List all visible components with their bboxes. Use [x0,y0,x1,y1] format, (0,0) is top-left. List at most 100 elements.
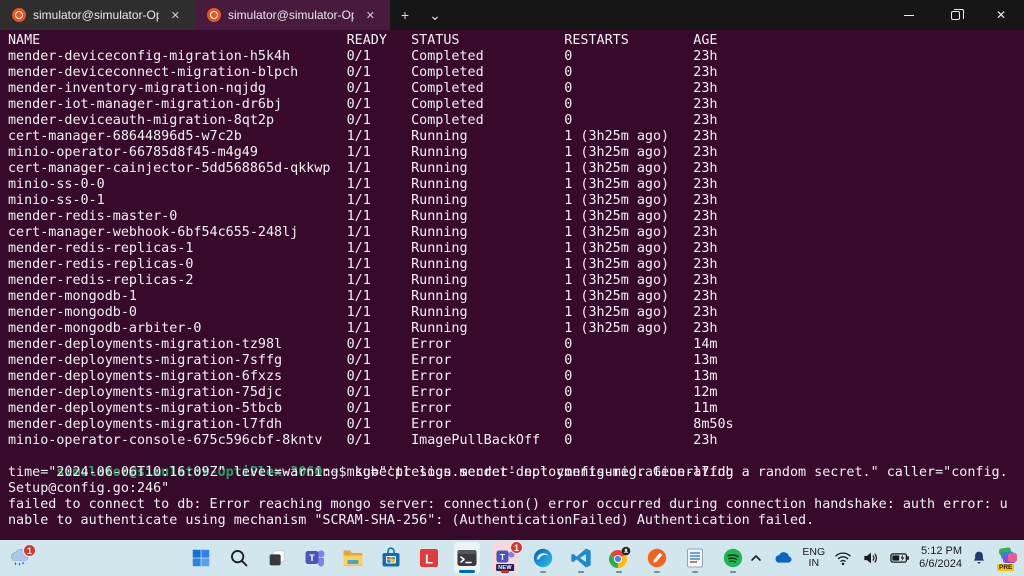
terminal-icon [457,550,477,566]
chrome-icon [608,546,631,568]
windows-terminal-button[interactable] [454,542,480,574]
terminal-tab-2[interactable]: simulator@simulator-OptiPle ✕ [195,0,390,30]
weather-notification-badge: 1 [23,544,36,557]
pod-row: mender-redis-replicas-2 1/1 Running 1 (3… [8,273,718,288]
pod-row: mender-deviceconnect-migration-blpch 0/1… [8,65,718,80]
terminal-output-area[interactable]: NAME READY STATUS RESTARTS AGE mender-dev… [0,30,1024,540]
wifi-tray-button[interactable] [833,542,853,574]
running-app-indicator [578,570,584,573]
pod-row: mender-mongodb-1 1/1 Running 1 (3h25m ag… [8,289,718,304]
pod-row: mender-deployments-migration-6fxzs 0/1 E… [8,369,718,384]
teams-notification-badge: 1 [510,541,523,554]
teams-new-button[interactable]: T 1 NEW [492,541,523,574]
chevron-up-icon [751,555,762,561]
microsoft-store-icon [382,547,400,567]
log-line: nable to authenticate using mechanism "S… [8,513,815,528]
vscode-button[interactable] [568,542,594,574]
pod-row: mender-deployments-migration-5tbcb 0/1 E… [8,401,718,416]
terminal-titlebar: simulator@simulator-OptiPlex ✕ simulator… [0,0,1024,30]
battery-tray-button[interactable] [889,542,911,574]
pod-row: cert-manager-webhook-6bf54c655-248lj 1/1… [8,225,718,240]
notification-center-button[interactable] [970,542,988,574]
teams-chat-button[interactable]: T [302,542,328,574]
language-indicator[interactable]: ENG IN [802,542,825,574]
volume-tray-button[interactable] [861,542,881,574]
weather-widget[interactable]: 1 [6,542,36,574]
close-tab-icon[interactable]: ✕ [166,7,185,24]
pod-row: mender-deployments-migration-7sffg 0/1 E… [8,353,718,368]
tab-title: simulator@simulator-OptiPlex [33,8,159,22]
edge-button[interactable] [530,542,556,574]
notepad-icon [687,548,703,568]
pod-row: mender-redis-replicas-1 1/1 Running 1 (3… [8,241,718,256]
l-app-button[interactable]: L [416,542,442,574]
pod-row: minio-operator-66785d8f45-m4g49 1/1 Runn… [8,145,718,160]
pod-row: mender-deviceconfig-migration-h5k4h 0/1 … [8,49,718,64]
restore-button[interactable] [932,0,978,30]
battery-charging-icon [890,553,910,563]
pod-row: mender-deployments-migration-75djc 0/1 E… [8,385,718,400]
svg-text:T: T [500,552,506,562]
ubuntu-icon [207,8,221,22]
clock-widget[interactable]: 5:12 PM 6/6/2024 [919,542,962,574]
pod-row: mender-deployments-migration-tz98l 0/1 E… [8,337,718,352]
shell-prompt-line: simulator@simulator-OptiPlex-3060:~$ kub… [8,449,1024,480]
pen-app-button[interactable] [644,542,670,574]
pod-row: cert-manager-68644896d5-w7c2b 1/1 Runnin… [8,129,718,144]
bell-icon [973,551,985,564]
running-app-indicator [730,570,736,573]
pod-row: mender-deployments-migration-l7fdh 0/1 E… [8,417,734,432]
tab-title: simulator@simulator-OptiPle [228,8,354,22]
running-app-indicator [654,570,660,573]
task-view-button[interactable] [264,542,290,574]
running-app-indicator [616,570,622,573]
tray-expand-button[interactable] [748,542,764,574]
notepad-button[interactable] [682,542,708,574]
search-icon [231,550,248,567]
pod-row: mender-redis-replicas-0 1/1 Running 1 (3… [8,257,718,272]
restore-icon [950,8,964,20]
file-explorer-button[interactable] [340,542,366,574]
attention-app-indicator [501,570,509,573]
command-log-output: time="2024-06-06T10:16:09Z" level=warnin… [8,465,1024,529]
edge-icon [533,548,553,568]
running-app-indicator [692,570,698,573]
pod-row: minio-operator-console-675c596cbf-8kntv … [8,433,718,448]
close-tab-icon[interactable]: ✕ [361,7,380,24]
pod-row: mender-mongodb-0 1/1 Running 1 (3h25m ag… [8,305,718,320]
spotify-button[interactable] [720,542,746,574]
terminal-tab-1[interactable]: simulator@simulator-OptiPlex ✕ [0,0,195,30]
onedrive-tray-button[interactable] [772,542,794,574]
language-line2: IN [808,557,820,569]
teams-chat-icon: T [305,550,325,567]
recorder-app-badge: PRE [997,564,1015,571]
chrome-button[interactable] [606,542,632,574]
speaker-icon [864,552,878,564]
l-app-icon: L [420,549,438,567]
spotify-icon [723,548,743,568]
start-button[interactable] [188,542,214,574]
close-button[interactable]: ✕ [978,0,1024,30]
kubectl-pod-table: NAME READY STATUS RESTARTS AGE mender-dev… [8,33,1024,449]
screen-recorder-tray-button[interactable]: PRE [996,542,1020,574]
minimize-button[interactable] [886,0,932,30]
microsoft-store-button[interactable] [378,542,404,574]
svg-text:L: L [425,552,433,567]
window-controls: ✕ [886,0,1024,30]
search-button[interactable] [226,542,252,574]
folder-icon [343,550,363,566]
log-line: Setup@config.go:246" [8,481,170,496]
task-view-icon [269,550,285,566]
tray-time: 5:12 PM [921,545,962,557]
ubuntu-icon [12,8,26,22]
new-tab-button[interactable]: + [390,0,420,30]
minimize-icon [904,14,914,16]
table-header-line: NAME READY STATUS RESTARTS AGE [8,33,718,48]
log-line: time="2024-06-06T10:16:09Z" level=warnin… [8,465,1008,480]
pod-row: mender-iot-manager-migration-dr6bj 0/1 C… [8,97,718,112]
onedrive-cloud-icon [775,552,792,563]
running-app-indicator [540,570,546,573]
vscode-icon [571,548,591,568]
tab-dropdown-button[interactable]: ⌄ [420,0,450,30]
pod-row: minio-ss-0-0 1/1 Running 1 (3h25m ago) 2… [8,177,718,192]
